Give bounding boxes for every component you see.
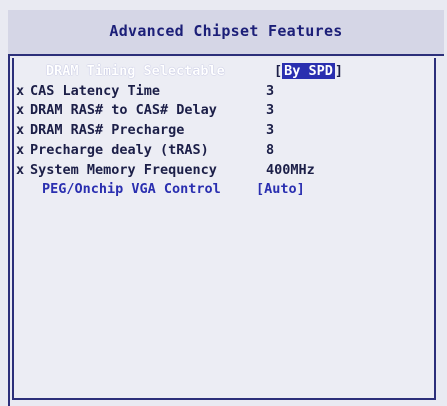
setting-value[interactable]: [Auto] [256, 180, 305, 198]
bracket-open: [ [256, 181, 265, 197]
disabled-mark: x [16, 83, 25, 99]
setting-label: System Memory Frequency [30, 162, 217, 178]
bios-screen: Advanced Chipset Features DRAM Timing Se… [0, 0, 447, 406]
setting-value: 3 [266, 102, 275, 118]
setting-value: 400MHz [266, 162, 315, 178]
setting-value: 3 [266, 122, 275, 138]
title-bar: Advanced Chipset Features [8, 10, 444, 56]
setting-value: 3 [266, 83, 275, 99]
bracket-close: ] [334, 63, 344, 79]
frame-left-edge [8, 54, 10, 406]
setting-label: CAS Latency Time [30, 83, 161, 99]
selected-value[interactable]: By SPD [282, 63, 335, 79]
setting-label: DRAM RAS# to CAS# Delay [30, 102, 217, 118]
bracket-close: ] [296, 181, 305, 197]
disabled-mark: x [16, 142, 25, 158]
setting-value[interactable]: [By SPD] [274, 62, 343, 80]
setting-label: DRAM RAS# Precharge [30, 122, 185, 138]
setting-label: PEG/Onchip VGA Control [42, 181, 221, 197]
page-title: Advanced Chipset Features [109, 22, 343, 40]
bracket-open: [ [274, 63, 283, 79]
setting-label: DRAM Timing Selectable [46, 63, 225, 79]
option-value[interactable]: Auto [264, 181, 297, 197]
disabled-mark: x [16, 162, 25, 178]
disabled-mark: x [16, 122, 25, 138]
setting-value: 8 [266, 142, 275, 158]
disabled-mark: x [16, 102, 25, 118]
setting-label: Precharge dealy (tRAS) [30, 142, 209, 158]
